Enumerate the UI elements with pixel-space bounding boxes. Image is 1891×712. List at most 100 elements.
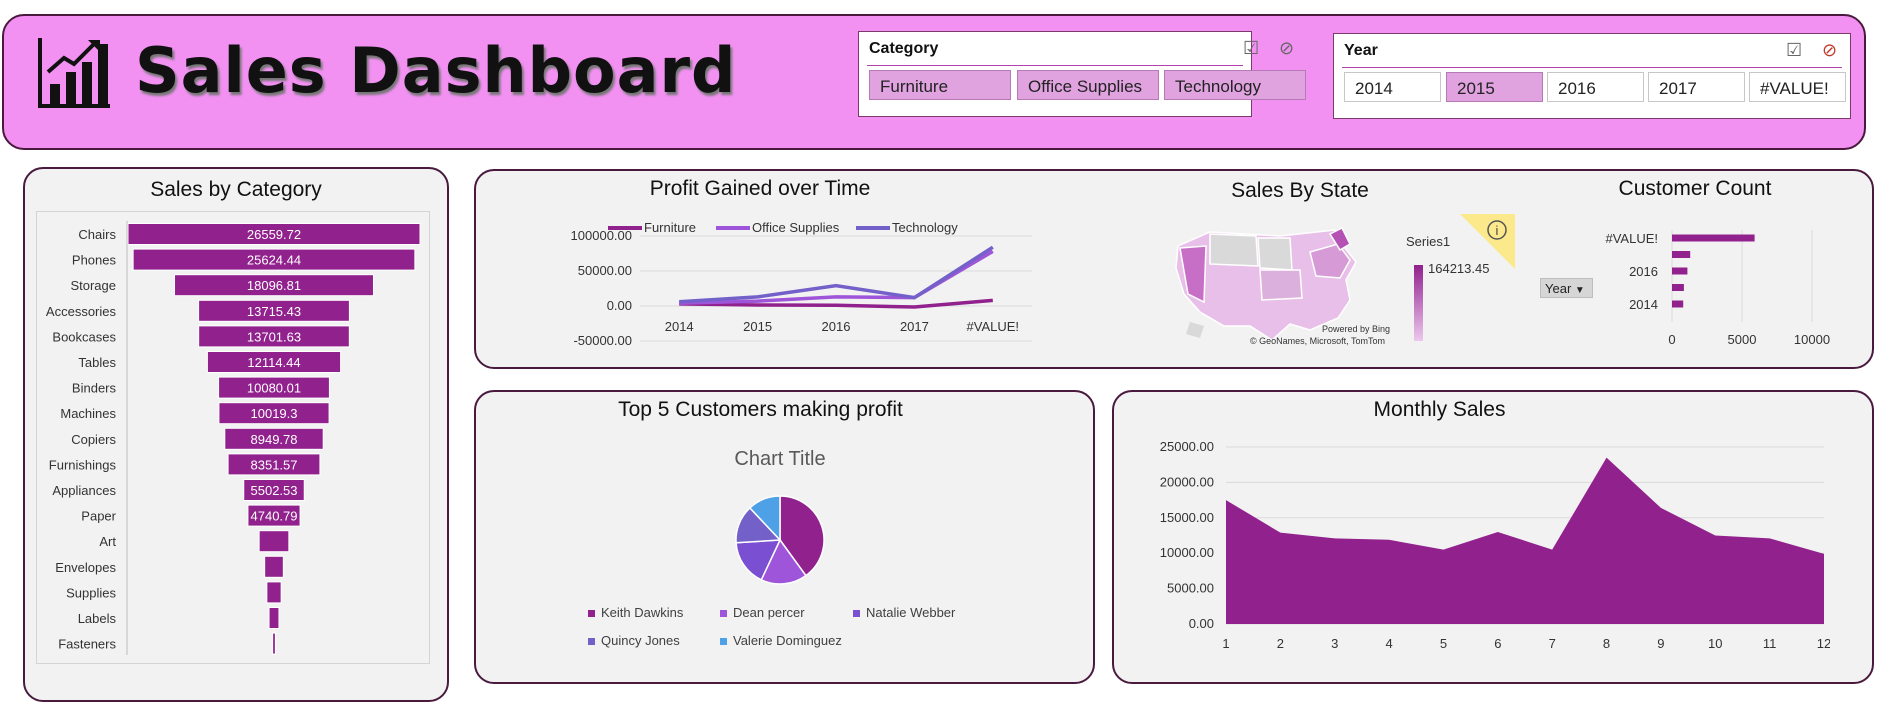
monthly-y-tick: 0.00 (1189, 616, 1214, 631)
category-value-label: 10019.3 (251, 406, 298, 421)
year-option-2017[interactable]: 2017 (1648, 72, 1745, 102)
year-option-2015[interactable]: 2015 (1446, 72, 1543, 102)
category-value-label: 8351.57 (251, 457, 298, 472)
category-option-technology[interactable]: Technology (1164, 70, 1306, 100)
year-filter-dropdown[interactable]: Year ▼ (1540, 278, 1593, 298)
pie-chart-title: Chart Title (734, 448, 826, 470)
category-bar (268, 607, 280, 629)
sales-by-category-chart: Chairs 26559.72 Phones 25624.44 Storage 18096… (46, 221, 421, 655)
category-tick-label: Envelopes (55, 560, 116, 575)
category-slicer-title: Category (869, 40, 939, 57)
monthly-x-tick: 1 (1222, 636, 1229, 651)
monthly-x-tick: 12 (1817, 636, 1830, 651)
category-tick-label: Accessories (46, 304, 117, 319)
category-bar (264, 555, 284, 578)
category-bar (266, 581, 282, 604)
monthly-x-tick: 6 (1494, 636, 1501, 651)
category-tick-label: Supplies (66, 585, 116, 600)
map-credit-bing: Powered by Bing (1322, 324, 1391, 334)
top5-customers-pie (735, 495, 825, 585)
monthly-x-tick: 4 (1385, 636, 1392, 651)
profit-over-time-title: Profit Gained over Time (649, 177, 871, 200)
profit-x-tick: 2017 (900, 319, 929, 334)
monthly-y-tick: 5000.00 (1167, 581, 1214, 596)
chevron-down-icon: ▼ (1574, 285, 1585, 296)
year-slicer-title: Year (1344, 42, 1378, 59)
category-tick-label: Copiers (71, 432, 116, 447)
profit-x-tick: #VALUE! (967, 319, 1020, 334)
pie-legend-swatch (720, 610, 727, 617)
pie-legend-swatch (588, 610, 595, 617)
category-tick-label: Furnishings (49, 457, 117, 472)
customer-count-chart: 0 5000 10000 #VALUE! 2016 2014 (1605, 230, 1830, 347)
year-option-2014[interactable]: 2014 (1344, 72, 1441, 102)
category-option-office-supplies[interactable]: Office Supplies (1017, 70, 1159, 100)
category-tick-label: Paper (81, 509, 116, 524)
monthly-x-tick: 2 (1277, 636, 1284, 651)
monthly-sales-title: Monthly Sales (1373, 398, 1506, 421)
year-filter-label: Year (1545, 281, 1572, 296)
category-value-label: 25624.44 (247, 253, 301, 268)
profit-series-line (679, 245, 994, 304)
monthly-x-tick: 7 (1549, 636, 1556, 651)
monthly-y-tick: 15000.00 (1160, 510, 1214, 525)
sales-by-state-title: Sales By State (1231, 179, 1369, 202)
top5-customers-title: Top 5 Customers making profit (618, 398, 903, 421)
category-tick-label: Art (99, 534, 116, 549)
pie-legend-swatch (720, 638, 727, 645)
customer-bar (1672, 284, 1684, 291)
pie-legend-label: Dean percer (733, 605, 805, 620)
category-bar (258, 530, 290, 553)
sales-by-category-title: Sales by Category (150, 178, 322, 201)
year-option-value-error[interactable]: #VALUE! (1749, 72, 1846, 102)
pie-legend-item: Keith Dawkins (588, 605, 683, 620)
customer-bar (1672, 251, 1691, 258)
customer-x-tick: 10000 (1794, 332, 1830, 347)
clear-filter-icon[interactable]: ⊘ (1822, 40, 1837, 61)
monthly-sales-chart: 25000.00 20000.00 15000.00 10000.00 5000.00 0… (1160, 439, 1830, 651)
customer-y-tick: #VALUE! (1605, 231, 1658, 246)
category-tick-label: Fasteners (58, 637, 116, 652)
profit-legend-label: Office Supplies (752, 220, 840, 235)
map-legend-title: Series1 (1406, 234, 1451, 249)
clear-filter-icon[interactable]: ⊘ (1279, 38, 1294, 59)
category-tick-label: Machines (60, 406, 116, 421)
page-title: Sales Dashboard (135, 34, 737, 107)
pie-legend-item: Valerie Dominguez (720, 633, 842, 648)
category-value-label: 12114.44 (247, 355, 300, 370)
profit-legend-label: Technology (892, 220, 958, 235)
customer-count-title: Customer Count (1618, 177, 1772, 200)
monthly-y-tick: 20000.00 (1160, 474, 1214, 489)
monthly-x-tick: 3 (1331, 636, 1338, 651)
profit-x-tick: 2015 (743, 319, 772, 334)
profit-legend-label: Furniture (644, 220, 696, 235)
category-tick-label: Appliances (52, 483, 116, 498)
year-option-2016[interactable]: 2016 (1547, 72, 1644, 102)
category-option-furniture[interactable]: Furniture (869, 70, 1011, 100)
monthly-x-tick: 11 (1763, 636, 1777, 651)
profit-y-tick: -50000.00 (573, 333, 632, 348)
monthly-y-tick: 10000.00 (1160, 545, 1214, 560)
category-value-label: 4740.79 (251, 509, 298, 524)
customer-x-tick: 5000 (1728, 332, 1757, 347)
multi-select-icon[interactable]: ☑ (1243, 38, 1259, 59)
customer-x-tick: 0 (1668, 332, 1675, 347)
category-tick-label: Binders (72, 381, 117, 396)
category-value-label: 8949.78 (251, 432, 298, 447)
monthly-y-tick: 25000.00 (1160, 439, 1214, 454)
map-legend-gradient (1414, 265, 1423, 341)
category-value-label: 13701.63 (247, 329, 301, 344)
category-tick-label: Chairs (78, 227, 116, 242)
customer-bar (1672, 267, 1688, 275)
customer-bar (1672, 234, 1755, 242)
category-value-label: 13715.43 (247, 304, 301, 319)
pie-legend-item: Dean percer (720, 605, 805, 620)
monthly-x-tick: 8 (1603, 636, 1610, 651)
profit-over-time-chart: 100000.00 50000.00 0.00 -50000.00 2014 2015 20… (571, 220, 1032, 348)
bar-chart-growth-icon (38, 38, 110, 108)
profit-y-tick: 50000.00 (578, 263, 632, 278)
monthly-x-tick: 9 (1657, 636, 1664, 651)
info-icon[interactable]: i (1460, 214, 1515, 269)
pie-legend-item: Quincy Jones (588, 633, 680, 648)
multi-select-icon[interactable]: ☑ (1786, 40, 1802, 61)
